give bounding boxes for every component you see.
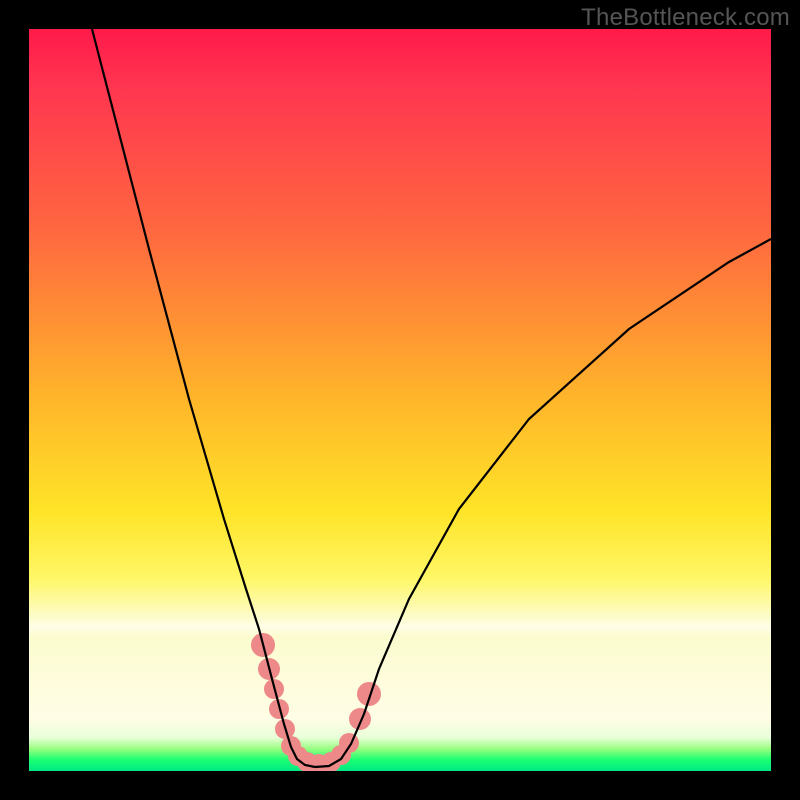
marker-bead	[349, 708, 371, 730]
curve-right-branch	[315, 239, 771, 767]
watermark-text: TheBottleneck.com	[581, 4, 790, 32]
marker-beads	[251, 633, 381, 771]
chart-frame: TheBottleneck.com	[0, 0, 800, 800]
plot-area	[29, 29, 771, 771]
marker-bead	[339, 733, 359, 753]
bottleneck-curve	[29, 29, 771, 771]
curve-left-branch	[92, 29, 315, 767]
